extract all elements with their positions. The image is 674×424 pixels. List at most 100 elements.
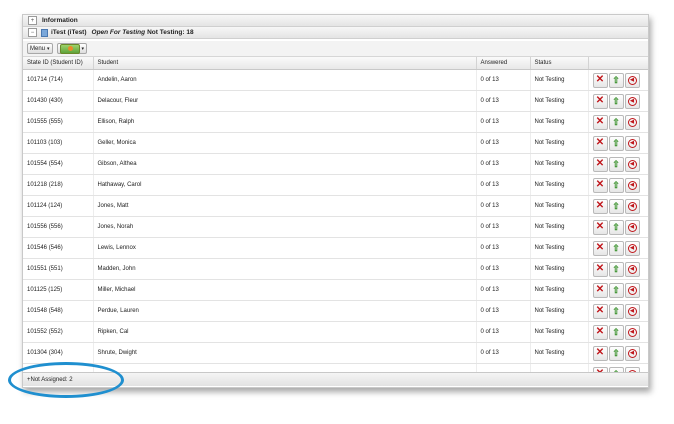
cell-name: Lewis, Lennox: [93, 237, 477, 259]
audio-button[interactable]: ◀: [624, 72, 640, 88]
audio-button[interactable]: ◀: [624, 345, 640, 361]
audio-button[interactable]: ◀: [624, 303, 640, 319]
test-document-icon: [41, 28, 48, 37]
table-row[interactable]: 101554 (554) Gibson, Althea 0 of 13 Not Tes…: [23, 153, 648, 175]
menu-button[interactable]: Menu ▾: [27, 43, 53, 54]
start-test-button[interactable]: ⇧: [608, 198, 624, 214]
remove-student-button[interactable]: ✕: [592, 156, 608, 172]
cell-actions: ✕ ⇧ ◀: [588, 300, 648, 322]
column-header[interactable]: Answered: [476, 57, 531, 70]
audio-button[interactable]: ◀: [624, 156, 640, 172]
sync-button[interactable]: ▾: [56, 43, 88, 54]
table-row[interactable]: 101556 (556) Jones, Norah 0 of 13 Not Testi…: [23, 216, 648, 238]
table-row[interactable]: 101430 (430) Delacour, Fleur 0 of 13 Not Te…: [23, 90, 648, 112]
collapse-icon[interactable]: −: [28, 28, 37, 37]
audio-button[interactable]: ◀: [624, 240, 640, 256]
remove-student-button[interactable]: ✕: [592, 135, 608, 151]
close-icon: ✕: [595, 242, 605, 253]
audio-button[interactable]: ◀: [624, 324, 640, 340]
start-test-button[interactable]: ⇧: [608, 72, 624, 88]
person-up-icon: ⇧: [612, 201, 620, 211]
audio-button[interactable]: ◀: [624, 261, 640, 277]
test-section-header[interactable]: − iTest (iTest) Open For Testing Not Tes…: [23, 27, 648, 39]
start-test-button[interactable]: ⇧: [608, 261, 624, 277]
table-row[interactable]: 101218 (218) Hathaway, Carol 0 of 13 Not Te…: [23, 174, 648, 196]
speaker-icon: ◀: [627, 285, 637, 295]
audio-button[interactable]: ◀: [624, 198, 640, 214]
speaker-icon: ◀: [627, 327, 637, 337]
remove-student-button[interactable]: ✕: [592, 219, 608, 235]
audio-button[interactable]: ◀: [624, 114, 640, 130]
close-icon: ✕: [595, 326, 605, 337]
remove-student-button[interactable]: ✕: [592, 261, 608, 277]
cell-answered: 0 of 13: [476, 237, 531, 259]
remove-student-button[interactable]: ✕: [592, 198, 608, 214]
audio-button[interactable]: ◀: [624, 282, 640, 298]
cell-name: Jones, Norah: [93, 216, 477, 238]
cell-status: Not Testing: [530, 321, 589, 343]
table-row[interactable]: 101546 (546) Lewis, Lennox 0 of 13 Not Test…: [23, 237, 648, 259]
cell-answered: 0 of 13: [476, 90, 531, 112]
table-header-row: State ID (Student ID) Student Answered Stat…: [23, 57, 648, 70]
column-header[interactable]: State ID (Student ID): [23, 57, 94, 70]
start-test-button[interactable]: ⇧: [608, 282, 624, 298]
remove-student-button[interactable]: ✕: [592, 177, 608, 193]
table-row[interactable]: 101548 (548) Perdue, Lauren 0 of 13 Not Tes…: [23, 300, 648, 322]
person-up-icon: ⇧: [612, 327, 620, 337]
start-test-button[interactable]: ⇧: [608, 240, 624, 256]
remove-student-button[interactable]: ✕: [592, 72, 608, 88]
remove-student-button[interactable]: ✕: [592, 324, 608, 340]
close-icon: ✕: [595, 284, 605, 295]
table-row[interactable]: 101555 (555) Ellison, Ralph 0 of 13 Not Tes…: [23, 111, 648, 133]
audio-button[interactable]: ◀: [624, 177, 640, 193]
cell-name: Ripken, Cal: [93, 321, 477, 343]
table-row[interactable]: 101551 (551) Madden, John 0 of 13 Not Testi…: [23, 258, 648, 280]
remove-student-button[interactable]: ✕: [592, 240, 608, 256]
cell-id: 101548 (548): [23, 300, 94, 322]
students-table: State ID (Student ID) Student Answered Stat…: [23, 57, 648, 385]
remove-student-button[interactable]: ✕: [592, 345, 608, 361]
remove-student-button[interactable]: ✕: [592, 303, 608, 319]
table-body: 101714 (714) Andelin, Aaron 0 of 13 Not Tes…: [23, 69, 648, 385]
audio-button[interactable]: ◀: [624, 93, 640, 109]
audio-button[interactable]: ◀: [624, 219, 640, 235]
start-test-button[interactable]: ⇧: [608, 219, 624, 235]
table-row[interactable]: 101714 (714) Andelin, Aaron 0 of 13 Not Tes…: [23, 69, 648, 91]
cell-id: 101551 (551): [23, 258, 94, 280]
test-name: iTest (iTest): [51, 29, 87, 36]
start-test-button[interactable]: ⇧: [608, 93, 624, 109]
menu-label: Menu: [30, 45, 46, 52]
sync-icon: [59, 43, 80, 54]
cell-name: Perdue, Lauren: [93, 300, 477, 322]
column-header[interactable]: Status: [530, 57, 589, 70]
cell-answered: 0 of 13: [476, 300, 531, 322]
callout-highlight-ellipse: [8, 362, 124, 398]
person-up-icon: ⇧: [612, 75, 620, 85]
expand-icon[interactable]: +: [28, 16, 37, 25]
remove-student-button[interactable]: ✕: [592, 282, 608, 298]
person-up-icon: ⇧: [612, 159, 620, 169]
start-test-button[interactable]: ⇧: [608, 324, 624, 340]
remove-student-button[interactable]: ✕: [592, 93, 608, 109]
remove-student-button[interactable]: ✕: [592, 114, 608, 130]
person-up-icon: ⇧: [612, 243, 620, 253]
start-test-button[interactable]: ⇧: [608, 114, 624, 130]
table-row[interactable]: 101552 (552) Ripken, Cal 0 of 13 Not Testin…: [23, 321, 648, 343]
start-test-button[interactable]: ⇧: [608, 156, 624, 172]
start-test-button[interactable]: ⇧: [608, 303, 624, 319]
cell-status: Not Testing: [530, 195, 589, 217]
start-test-button[interactable]: ⇧: [608, 135, 624, 151]
information-section-header[interactable]: + Information: [23, 15, 648, 27]
information-label: Information: [42, 17, 78, 24]
cell-status: Not Testing: [530, 300, 589, 322]
table-row[interactable]: 101124 (124) Jones, Matt 0 of 13 Not Testin…: [23, 195, 648, 217]
audio-button[interactable]: ◀: [624, 135, 640, 151]
table-row[interactable]: 101103 (103) Geller, Monica 0 of 13 Not Tes…: [23, 132, 648, 154]
column-header[interactable]: Student: [93, 57, 477, 70]
table-row[interactable]: 101304 (304) Shrute, Dwight 0 of 13 Not Tes…: [23, 342, 648, 364]
start-test-button[interactable]: ⇧: [608, 345, 624, 361]
cell-actions: ✕ ⇧ ◀: [588, 342, 648, 364]
cell-answered: 0 of 13: [476, 153, 531, 175]
start-test-button[interactable]: ⇧: [608, 177, 624, 193]
table-row[interactable]: 101125 (125) Miller, Michael 0 of 13 Not Te…: [23, 279, 648, 301]
